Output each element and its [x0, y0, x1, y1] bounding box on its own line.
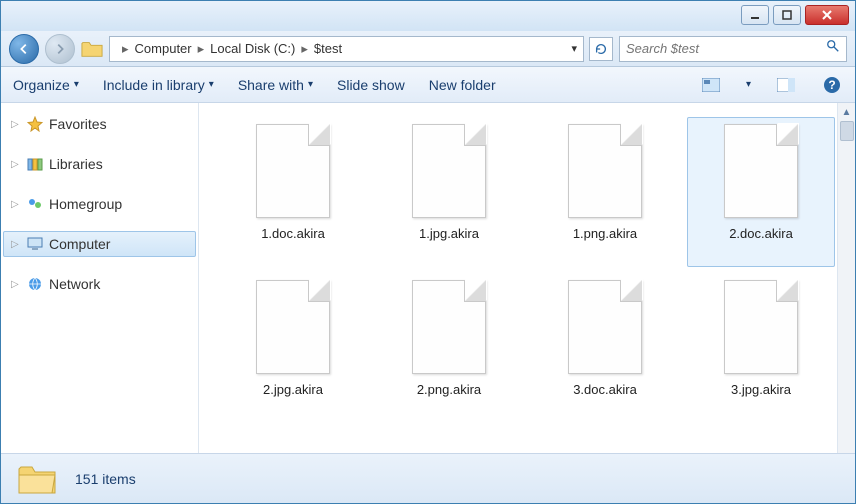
chevron-right-icon: ▸	[122, 41, 129, 57]
organize-label: Organize	[13, 77, 70, 93]
scroll-up-icon[interactable]: ▲	[842, 107, 852, 118]
forward-button[interactable]	[45, 34, 75, 64]
file-label: 2.doc.akira	[729, 226, 793, 241]
folder-icon	[17, 461, 57, 497]
share-with-menu[interactable]: Share with ▾	[238, 77, 313, 93]
slideshow-button[interactable]: Slide show	[337, 77, 405, 93]
chevron-down-icon: ▾	[74, 79, 79, 90]
breadcrumb[interactable]: ▸ Computer ▸ Local Disk (C:) ▸ $test ▾	[109, 36, 584, 62]
chevron-right-icon: ▸	[198, 41, 205, 57]
refresh-button[interactable]	[589, 37, 613, 61]
sidebar-item-computer[interactable]: ▷ Computer	[3, 231, 196, 257]
view-options-button[interactable]	[700, 74, 722, 96]
file-icon	[724, 280, 798, 374]
homegroup-icon	[27, 196, 43, 212]
chevron-right-icon: ▸	[301, 41, 308, 57]
sidebar-item-label: Computer	[49, 236, 110, 252]
file-icon	[568, 280, 642, 374]
file-icon	[568, 124, 642, 218]
chevron-down-icon[interactable]: ▾	[571, 42, 577, 55]
file-label: 2.jpg.akira	[263, 382, 323, 397]
titlebar	[1, 1, 855, 31]
libraries-icon	[27, 156, 43, 172]
status-bar: 151 items	[1, 453, 855, 503]
expand-arrow-icon: ▷	[11, 119, 21, 130]
sidebar-item-label: Network	[49, 276, 100, 292]
file-icon	[256, 124, 330, 218]
sidebar-item-libraries[interactable]: ▷ Libraries	[3, 151, 196, 177]
expand-arrow-icon: ▷	[11, 239, 21, 250]
search-box[interactable]	[619, 36, 847, 62]
preview-pane-button[interactable]	[775, 74, 797, 96]
star-icon	[27, 116, 43, 132]
file-icon	[412, 124, 486, 218]
close-button[interactable]	[805, 5, 849, 25]
file-label: 3.doc.akira	[573, 382, 637, 397]
expand-arrow-icon: ▷	[11, 279, 21, 290]
chevron-down-icon: ▾	[209, 79, 214, 90]
item-count: 151 items	[75, 471, 136, 487]
folder-icon	[81, 39, 103, 59]
scroll-thumb[interactable]	[840, 121, 854, 141]
slideshow-label: Slide show	[337, 77, 405, 93]
include-label: Include in library	[103, 77, 205, 93]
sidebar-item-label: Libraries	[49, 156, 103, 172]
breadcrumb-drive[interactable]: Local Disk (C:)	[210, 41, 295, 56]
chevron-down-icon[interactable]: ▾	[746, 79, 751, 90]
expand-arrow-icon: ▷	[11, 199, 21, 210]
file-item[interactable]: 2.png.akira	[375, 273, 523, 423]
sidebar-item-homegroup[interactable]: ▷ Homegroup	[3, 191, 196, 217]
help-button[interactable]: ?	[821, 74, 843, 96]
file-icon	[724, 124, 798, 218]
file-label: 3.jpg.akira	[731, 382, 791, 397]
scrollbar[interactable]: ▲	[837, 103, 855, 453]
minimize-button[interactable]	[741, 5, 769, 25]
network-icon	[27, 276, 43, 292]
file-item[interactable]: 2.doc.akira	[687, 117, 835, 267]
file-item[interactable]: 3.jpg.akira	[687, 273, 835, 423]
body: ▷ Favorites ▷ Libraries ▷ Homegroup ▷ Comput…	[1, 103, 855, 453]
file-item[interactable]: 2.jpg.akira	[219, 273, 367, 423]
computer-icon	[27, 236, 43, 252]
file-label: 1.png.akira	[573, 226, 637, 241]
toolbar: Organize ▾ Include in library ▾ Share with…	[1, 67, 855, 103]
navigation-pane: ▷ Favorites ▷ Libraries ▷ Homegroup ▷ Comput…	[1, 103, 199, 453]
file-label: 1.jpg.akira	[419, 226, 479, 241]
explorer-window: ▸ Computer ▸ Local Disk (C:) ▸ $test ▾ O…	[0, 0, 856, 504]
address-row: ▸ Computer ▸ Local Disk (C:) ▸ $test ▾	[1, 31, 855, 67]
expand-arrow-icon: ▷	[11, 159, 21, 170]
organize-menu[interactable]: Organize ▾	[13, 77, 79, 93]
file-item[interactable]: 3.doc.akira	[531, 273, 679, 423]
file-icon	[256, 280, 330, 374]
include-library-menu[interactable]: Include in library ▾	[103, 77, 214, 93]
chevron-down-icon: ▾	[308, 79, 313, 90]
file-grid: 1.doc.akira 1.jpg.akira 1.png.akira 2.doc.a…	[199, 103, 855, 453]
sidebar-item-network[interactable]: ▷ Network	[3, 271, 196, 297]
sidebar-item-label: Favorites	[49, 116, 107, 132]
share-label: Share with	[238, 77, 304, 93]
breadcrumb-folder[interactable]: $test	[314, 41, 342, 56]
file-icon	[412, 280, 486, 374]
new-folder-button[interactable]: New folder	[429, 77, 496, 93]
maximize-button[interactable]	[773, 5, 801, 25]
file-item[interactable]: 1.doc.akira	[219, 117, 367, 267]
search-input[interactable]	[626, 41, 826, 56]
file-label: 2.png.akira	[417, 382, 481, 397]
file-item[interactable]: 1.png.akira	[531, 117, 679, 267]
file-label: 1.doc.akira	[261, 226, 325, 241]
breadcrumb-computer[interactable]: Computer	[135, 41, 192, 56]
sidebar-item-favorites[interactable]: ▷ Favorites	[3, 111, 196, 137]
content-pane: 1.doc.akira 1.jpg.akira 1.png.akira 2.doc.a…	[199, 103, 855, 453]
newfolder-label: New folder	[429, 77, 496, 93]
svg-text:?: ?	[828, 78, 835, 92]
search-icon[interactable]	[826, 39, 840, 58]
sidebar-item-label: Homegroup	[49, 196, 122, 212]
file-item[interactable]: 1.jpg.akira	[375, 117, 523, 267]
back-button[interactable]	[9, 34, 39, 64]
